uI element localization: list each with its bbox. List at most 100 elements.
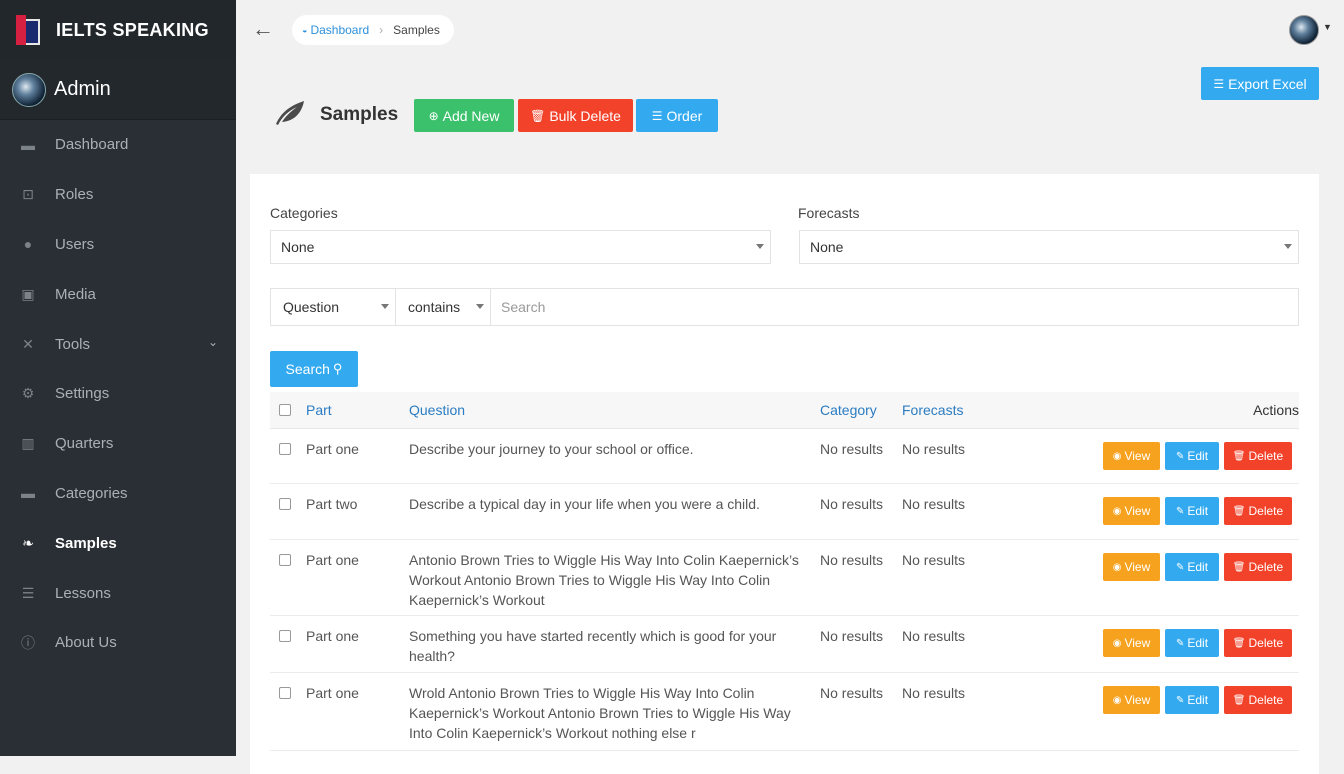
edit-button[interactable]: ✎ Edit [1165,497,1219,525]
brand[interactable]: IELTS SPEAKING [0,0,236,60]
row-checkbox[interactable] [279,498,291,510]
sidebar-item-lessons[interactable]: ☰ Lessons [0,568,236,618]
eye-icon: ◉ [1112,637,1122,649]
categories-select[interactable]: None [270,230,771,264]
caret-down-icon[interactable]: ▼ [1323,22,1332,32]
eye-icon: ◉ [1112,450,1122,462]
list-icon: ☰ [1213,76,1225,91]
delete-button[interactable]: 🗑 Delete [1224,442,1292,470]
view-button[interactable]: ◉ View [1103,629,1160,657]
row-checkbox[interactable] [279,687,291,699]
order-label: Order [666,107,703,124]
plus-circle-icon: ⊕ [428,108,439,123]
view-button[interactable]: ◉ View [1103,686,1160,714]
cell-category: No results [820,441,884,457]
brand-logo [14,15,44,45]
sidebar-item-settings[interactable]: ⚙ Settings [0,369,236,419]
sidebar-item-dashboard[interactable]: ▬ Dashboard [0,120,236,170]
view-button[interactable]: ◉ View [1103,442,1160,470]
row-checkbox[interactable] [279,443,291,455]
sidebar-item-categories[interactable]: ▬ Categories [0,469,236,519]
select-all-checkbox[interactable] [279,404,291,416]
sidebar-item-label: About Us [55,634,117,652]
table-row: Part one Describe your journey to your sc… [270,429,1299,484]
delete-button[interactable]: 🗑 Delete [1224,686,1292,714]
tools-icon: ✕ [22,335,34,352]
trash-icon: 🗑 [1232,505,1246,517]
leaf-icon [276,101,304,125]
bulk-delete-button[interactable]: 🗑 Bulk Delete [518,99,633,132]
search-input[interactable] [491,289,1291,325]
row-checkbox[interactable] [279,554,291,566]
column-forecasts[interactable]: Forecasts [902,402,963,418]
delete-button[interactable]: 🗑 Delete [1224,497,1292,525]
sidebar-item-users[interactable]: ● Users [0,220,236,270]
breadcrumb-separator-icon: › [379,23,384,37]
search-button-label: Search [285,361,330,377]
view-button[interactable]: ◉ View [1103,553,1160,581]
edit-button[interactable]: ✎ Edit [1165,553,1219,581]
page-title: Samples [320,104,399,125]
delete-button[interactable]: 🗑 Delete [1224,629,1292,657]
table-row: Part two Describe a typical day in your l… [270,484,1299,540]
search-operator-select[interactable]: contains [396,289,491,325]
edit-icon: ✎ [1175,505,1185,517]
edit-label: Edit [1187,693,1209,707]
eye-icon: ◉ [1112,694,1122,706]
sidebar: IELTS SPEAKING Admin ▬ Dashboard ⊡ Roles ● Us… [0,0,236,756]
info-icon: ⓘ [21,634,35,651]
sidebar-item-label: Settings [55,385,110,403]
search-field-value: Question [283,299,340,315]
cell-part: Part two [306,496,358,512]
column-question[interactable]: Question [409,402,465,418]
row-checkbox[interactable] [279,630,291,642]
chevron-down-icon[interactable]: ⌄ [208,335,218,349]
sidebar-item-about-us[interactable]: ⓘ About Us [0,618,236,668]
breadcrumb-home-label: Dashboard [310,23,370,37]
eye-icon: ◉ [1112,505,1122,517]
column-category[interactable]: Category [820,402,877,418]
search-bar: Question contains [270,288,1299,326]
sidebar-item-label: Dashboard [55,136,129,154]
table-header: Part Question Category Forecasts Actions [270,392,1299,429]
cell-forecasts: No results [902,496,966,512]
order-button[interactable]: ☰ Order [636,99,718,132]
admin-profile[interactable]: Admin [0,60,236,120]
cell-forecasts: No results [902,552,966,568]
edit-icon: ✎ [1175,637,1185,649]
export-excel-button[interactable]: ☰ Export Excel [1201,67,1319,100]
admin-name: Admin [54,78,111,100]
edit-button[interactable]: ✎ Edit [1165,686,1219,714]
admin-avatar [12,72,46,107]
user-avatar[interactable] [1289,15,1319,45]
cell-part: Part one [306,552,359,568]
edit-button[interactable]: ✎ Edit [1165,442,1219,470]
delete-label: Delete [1248,449,1284,463]
sidebar-item-label: Roles [55,186,94,204]
sidebar-item-tools[interactable]: ✕ Tools ⌄ [0,319,236,369]
delete-button[interactable]: 🗑 Delete [1224,553,1292,581]
search-button[interactable]: Search ⚲ [270,351,358,387]
add-new-button[interactable]: ⊕ Add New [414,99,514,132]
sidebar-item-label: Media [55,285,96,303]
caret-down-icon [381,304,389,309]
trash-icon: 🗑 [1232,561,1246,573]
samples-panel: Categories None Forecasts None Question … [250,174,1319,774]
column-part[interactable]: Part [306,402,332,418]
sidebar-item-samples[interactable]: ❧ Samples [0,518,236,568]
breadcrumb-dashboard-link[interactable]: ◒ Dashboard [302,23,369,37]
forecasts-select[interactable]: None [799,230,1299,264]
view-button[interactable]: ◉ View [1103,497,1160,525]
forecasts-label: Forecasts [798,205,860,221]
edit-button[interactable]: ✎ Edit [1165,629,1219,657]
sidebar-item-media[interactable]: ▣ Media [0,269,236,319]
sidebar-item-quarters[interactable]: ▥ Quarters [0,419,236,469]
bulk-delete-label: Bulk Delete [549,107,621,124]
trash-icon: 🗑 [1232,637,1246,649]
back-arrow-icon[interactable]: ← [252,16,274,42]
sidebar-item-label: Samples [55,534,117,552]
cell-part: Part one [306,441,359,457]
search-field-select[interactable]: Question [271,289,396,325]
edit-label: Edit [1187,560,1209,574]
sidebar-item-roles[interactable]: ⊡ Roles [0,170,236,220]
